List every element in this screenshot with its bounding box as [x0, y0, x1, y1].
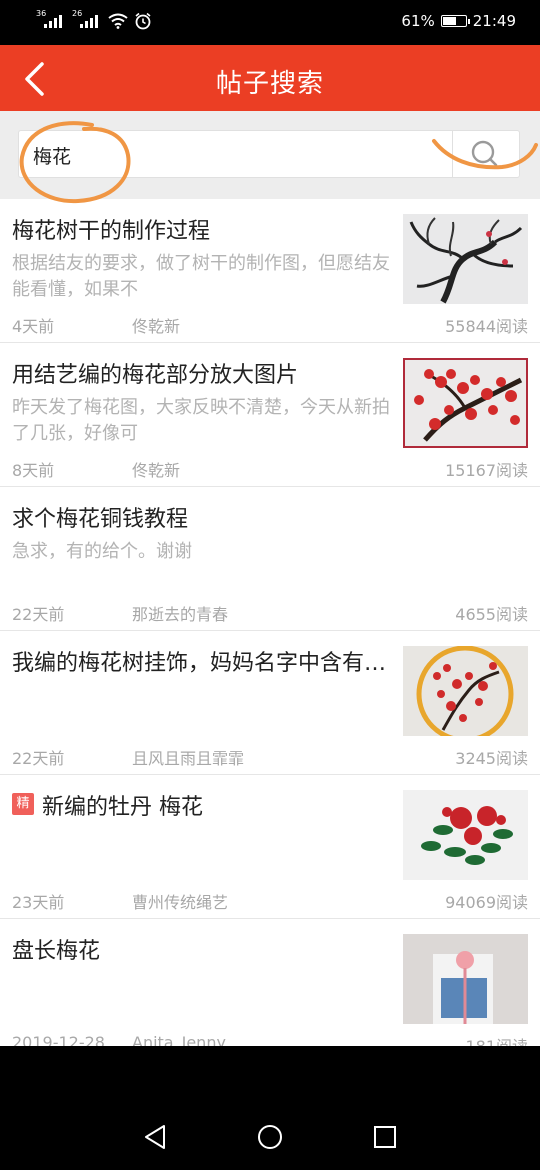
list-item[interactable]: 梅花树干的制作过程 根据结友的要求，做了树干的制作图，但愿结友能看懂，如果不 4… — [0, 199, 540, 343]
page-title: 帖子搜索 — [215, 69, 324, 99]
status-icons-right: 61% 21:49 — [401, 12, 516, 30]
post-meta: 8天前 佟乾新 15167阅读 — [12, 457, 528, 480]
list-item[interactable]: 盘长梅花 2019-12-28 Anita_Jenny 181阅读 — [0, 919, 540, 1046]
post-author: 且风且雨且霏霏 — [132, 749, 245, 768]
post-time: 22天前 — [12, 749, 65, 768]
list-item[interactable]: 精 新编的牡丹 梅花 23天前 曹州传统绳艺 94069阅读 — [0, 775, 540, 919]
post-title: 梅花树干的制作过程 — [12, 219, 211, 244]
post-title: 新编的牡丹 梅花 — [42, 795, 203, 820]
battery-icon — [440, 15, 470, 27]
post-author: 佟乾新 — [132, 461, 181, 480]
post-time: 2019-12-28 — [12, 1033, 105, 1046]
post-read-count: 3245阅读 — [455, 749, 528, 768]
post-read-count: 15167阅读 — [445, 461, 528, 480]
status-bar: 36 26 61% 21:49 — [0, 0, 540, 45]
post-time: 4天前 — [12, 317, 55, 336]
nav-home-icon[interactable] — [255, 1122, 285, 1152]
search-bar — [0, 111, 540, 204]
post-title: 用结艺编的梅花部分放大图片 — [12, 363, 299, 388]
post-meta: 23天前 曹州传统绳艺 94069阅读 — [12, 889, 528, 912]
system-nav-bar — [0, 1046, 540, 1170]
search-icon — [471, 140, 498, 167]
post-meta: 2019-12-28 Anita_Jenny 181阅读 — [12, 1033, 528, 1046]
post-read-count: 181阅读 — [465, 1033, 528, 1046]
post-meta: 22天前 且风且雨且霏霏 3245阅读 — [12, 745, 528, 768]
post-time: 22天前 — [12, 605, 65, 624]
post-author: 那逝去的青春 — [132, 605, 229, 624]
post-thumbnail — [403, 358, 528, 448]
list-item[interactable]: 我编的梅花树挂饰，妈妈名字中含有梅，就 22天前 且风且雨且霏霏 3245阅读 — [0, 631, 540, 775]
post-thumbnail — [403, 214, 528, 304]
alarm-icon — [135, 12, 151, 30]
wifi-icon — [108, 13, 128, 29]
post-title: 盘长梅花 — [12, 939, 101, 964]
post-time: 8天前 — [12, 461, 55, 480]
search-box — [18, 130, 520, 178]
post-title: 我编的梅花树挂饰，妈妈名字中含有梅，就 — [12, 651, 390, 676]
list-item[interactable]: 用结艺编的梅花部分放大图片 昨天发了梅花图，大家反映不清楚，今天从新拍了几张，好… — [0, 343, 540, 487]
post-title: 求个梅花铜钱教程 — [12, 507, 189, 532]
post-excerpt: 急求，有的给个。谢谢 — [12, 541, 192, 562]
post-author: Anita_Jenny — [132, 1033, 226, 1046]
post-read-count: 94069阅读 — [445, 893, 528, 912]
nav-back-icon[interactable] — [140, 1122, 170, 1152]
post-thumbnail — [403, 646, 528, 736]
post-author: 佟乾新 — [132, 317, 181, 336]
post-thumbnail — [403, 790, 528, 880]
post-meta: 22天前 那逝去的青春 4655阅读 — [12, 601, 528, 624]
post-excerpt: 昨天发了梅花图，大家反映不清楚，今天从新拍了几张，好像可 — [12, 397, 390, 444]
post-list: 梅花树干的制作过程 根据结友的要求，做了树干的制作图，但愿结友能看懂，如果不 4… — [0, 199, 540, 1046]
post-thumbnail — [403, 934, 528, 1024]
featured-badge: 精 — [12, 793, 34, 815]
post-time: 23天前 — [12, 893, 65, 912]
post-author: 曹州传统绳艺 — [132, 893, 229, 912]
search-input[interactable] — [31, 139, 455, 171]
post-read-count: 4655阅读 — [455, 605, 528, 624]
clock: 21:49 — [472, 12, 516, 30]
battery-level — [442, 17, 456, 25]
battery-percent: 61% — [401, 12, 435, 30]
post-excerpt: 根据结友的要求，做了树干的制作图，但愿结友能看懂，如果不 — [12, 253, 390, 300]
list-item[interactable]: 求个梅花铜钱教程 急求，有的给个。谢谢 22天前 那逝去的青春 4655阅读 — [0, 487, 540, 631]
status-icons-left: 36 26 — [36, 9, 152, 30]
app-header: 帖子搜索 — [0, 45, 540, 111]
search-button[interactable] — [452, 131, 519, 177]
nav-recents-icon[interactable] — [370, 1122, 400, 1152]
post-read-count: 55844阅读 — [445, 317, 528, 336]
post-meta: 4天前 佟乾新 55844阅读 — [12, 313, 528, 336]
signal-icon: 26 — [72, 9, 102, 30]
signal-icon: 36 — [36, 9, 66, 30]
